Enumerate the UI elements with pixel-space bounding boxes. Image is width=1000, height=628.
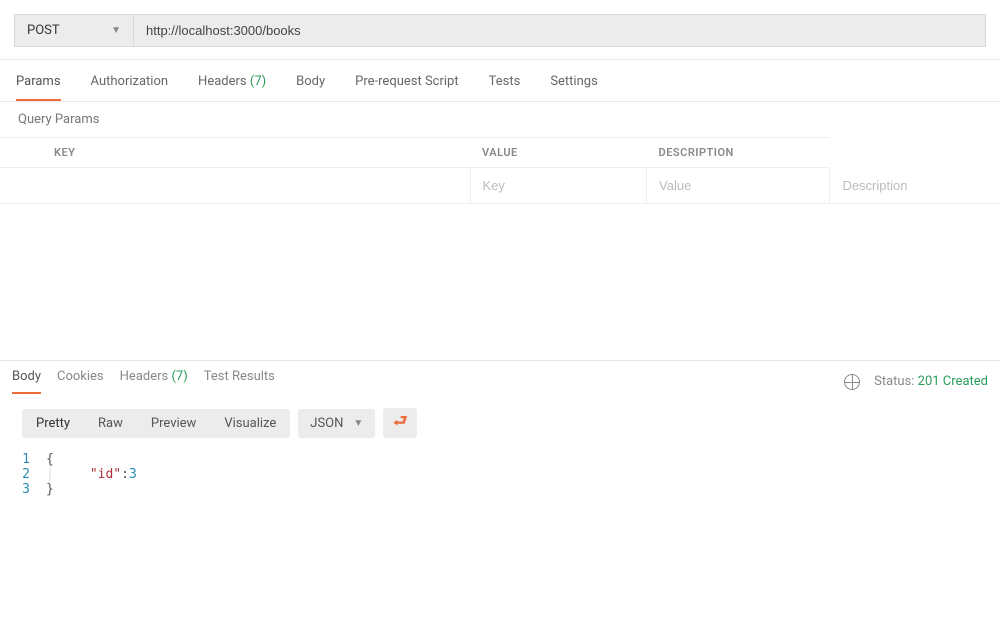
response-headers-count: (7)	[171, 369, 187, 384]
tab-prerequest[interactable]: Pre-request Script	[355, 74, 458, 101]
response-body-viewer[interactable]: 1 { 2 │ "id": 3 3 }	[0, 446, 1000, 497]
line-number: 2	[22, 467, 46, 482]
view-mode-segment: Pretty Raw Preview Visualize	[22, 409, 290, 438]
code-token: :	[121, 467, 129, 482]
response-tab-body[interactable]: Body	[12, 369, 41, 394]
tab-authorization[interactable]: Authorization	[91, 74, 169, 101]
param-description-input[interactable]	[830, 168, 1000, 203]
status-label: Status:	[874, 374, 914, 389]
code-token: 3	[129, 467, 137, 482]
line-number: 3	[22, 482, 46, 497]
format-bar: Pretty Raw Preview Visualize JSON ▼ ⮐	[0, 394, 1000, 446]
wrap-lines-button[interactable]: ⮐	[383, 408, 417, 438]
tab-settings[interactable]: Settings	[550, 74, 597, 101]
view-visualize[interactable]: Visualize	[210, 409, 290, 438]
response-tabs: Body Cookies Headers (7) Test Results St…	[0, 360, 1000, 394]
request-url-input[interactable]	[134, 14, 986, 47]
chevron-down-icon: ▼	[111, 25, 121, 36]
param-value-input[interactable]	[647, 168, 829, 203]
http-method-label: POST	[27, 23, 60, 38]
tab-headers-label: Headers	[198, 74, 247, 89]
response-tab-cookies[interactable]: Cookies	[57, 369, 104, 394]
tab-body[interactable]: Body	[296, 74, 325, 101]
query-params-label: Query Params	[0, 102, 1000, 137]
column-header-description: DESCRIPTION	[647, 138, 830, 168]
tab-headers[interactable]: Headers (7)	[198, 74, 266, 101]
row-handle[interactable]	[0, 168, 470, 204]
column-header-key: KEY	[0, 138, 470, 168]
chevron-down-icon: ▼	[353, 418, 363, 429]
http-method-select[interactable]: POST ▼	[14, 14, 134, 47]
code-token: "id"	[90, 467, 121, 482]
view-preview[interactable]: Preview	[137, 409, 210, 438]
request-tabs: Params Authorization Headers (7) Body Pr…	[0, 59, 1000, 102]
tab-tests[interactable]: Tests	[489, 74, 521, 101]
column-header-value: VALUE	[470, 138, 647, 168]
content-type-select[interactable]: JSON ▼	[298, 409, 375, 438]
query-params-table: KEY VALUE DESCRIPTION	[0, 137, 1000, 204]
wrap-icon: ⮐	[393, 410, 407, 437]
content-type-label: JSON	[310, 416, 343, 431]
status-value: 201 Created	[918, 374, 988, 389]
status-block: Status: 201 Created	[874, 374, 988, 389]
response-tab-test-results[interactable]: Test Results	[204, 369, 275, 394]
table-row	[0, 168, 1000, 204]
tab-params[interactable]: Params	[16, 74, 61, 101]
code-token: }	[46, 482, 54, 497]
response-headers-label: Headers	[120, 369, 169, 384]
fold-guide: │	[46, 467, 62, 482]
globe-icon[interactable]	[844, 374, 860, 390]
line-number: 1	[22, 452, 46, 467]
view-raw[interactable]: Raw	[84, 409, 137, 438]
view-pretty[interactable]: Pretty	[22, 409, 84, 438]
code-token: {	[46, 452, 54, 467]
response-tab-headers[interactable]: Headers (7)	[120, 369, 188, 394]
tab-headers-count: (7)	[250, 74, 266, 89]
param-key-input[interactable]	[471, 168, 647, 203]
